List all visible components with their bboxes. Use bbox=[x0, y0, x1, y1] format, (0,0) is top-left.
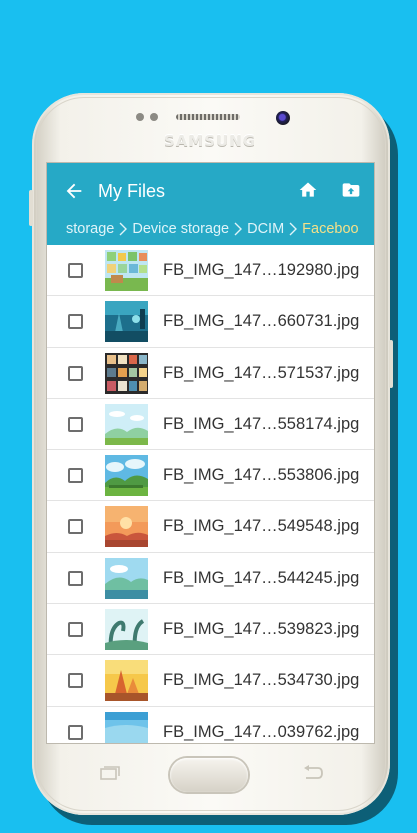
image-thumbnail bbox=[105, 403, 148, 445]
page-title: My Files bbox=[98, 181, 165, 201]
image-thumbnail bbox=[105, 352, 148, 394]
brand-logo: SAMSUNG bbox=[163, 132, 257, 150]
power-button bbox=[389, 340, 393, 388]
screen: My Files storage Device storage DCIM Fac… bbox=[47, 163, 374, 743]
row-checkbox[interactable] bbox=[68, 468, 83, 484]
breadcrumb: storage Device storage DCIM Faceboo bbox=[66, 220, 359, 238]
sensor-dot bbox=[136, 113, 144, 121]
home-key[interactable] bbox=[170, 758, 248, 792]
back-key-icon[interactable] bbox=[302, 765, 324, 781]
sensor-dot bbox=[150, 113, 158, 121]
image-thumbnail bbox=[105, 609, 148, 651]
row-checkbox[interactable] bbox=[68, 416, 83, 432]
file-row[interactable]: FB_IMG_147…660731.jpg bbox=[47, 296, 374, 348]
file-row[interactable]: FB_IMG_147…549548.jpg bbox=[47, 501, 374, 553]
breadcrumb-item-storage[interactable]: storage bbox=[66, 221, 114, 237]
file-row[interactable]: FB_IMG_147…544245.jpg bbox=[47, 553, 374, 605]
home-icon[interactable] bbox=[298, 180, 318, 200]
file-name: FB_IMG_147…571537.jpg bbox=[163, 363, 360, 382]
image-thumbnail bbox=[105, 455, 148, 497]
row-checkbox[interactable] bbox=[68, 314, 83, 330]
file-name: FB_IMG_147…553806.jpg bbox=[163, 466, 360, 485]
file-name: FB_IMG_147…539823.jpg bbox=[163, 620, 360, 639]
image-thumbnail bbox=[105, 301, 148, 343]
breadcrumb-item-dcim[interactable]: DCIM bbox=[247, 221, 284, 237]
recent-apps-key-icon[interactable] bbox=[100, 766, 120, 780]
image-thumbnail bbox=[105, 557, 148, 599]
earpiece-speaker bbox=[176, 114, 240, 120]
file-row[interactable]: FB_IMG_147…039762.jpg bbox=[47, 707, 374, 743]
file-row[interactable]: FB_IMG_147…553806.jpg bbox=[47, 450, 374, 502]
file-name: FB_IMG_147…039762.jpg bbox=[163, 722, 360, 741]
row-checkbox[interactable] bbox=[68, 622, 83, 638]
app-bar: My Files storage Device storage DCIM Fac… bbox=[47, 163, 374, 245]
row-checkbox[interactable] bbox=[68, 365, 83, 381]
image-thumbnail bbox=[105, 506, 148, 548]
chevron-right-icon bbox=[234, 222, 243, 236]
volume-button bbox=[29, 190, 33, 226]
row-checkbox[interactable] bbox=[68, 724, 83, 740]
arrow-left-icon[interactable] bbox=[63, 180, 85, 202]
image-thumbnail bbox=[105, 250, 148, 291]
breadcrumb-item-device-storage[interactable]: Device storage bbox=[132, 221, 229, 237]
row-checkbox[interactable] bbox=[68, 570, 83, 586]
row-checkbox[interactable] bbox=[68, 673, 83, 689]
row-checkbox[interactable] bbox=[68, 263, 83, 278]
file-name: FB_IMG_147…558174.jpg bbox=[163, 414, 360, 433]
chevron-right-icon bbox=[119, 222, 128, 236]
image-thumbnail bbox=[105, 660, 148, 702]
file-row[interactable]: FB_IMG_147…534730.jpg bbox=[47, 655, 374, 707]
front-camera bbox=[276, 111, 290, 125]
file-row[interactable]: FB_IMG_147…558174.jpg bbox=[47, 399, 374, 451]
file-name: FB_IMG_147…549548.jpg bbox=[163, 517, 360, 536]
image-thumbnail bbox=[105, 711, 148, 743]
file-row[interactable]: FB_IMG_147…539823.jpg bbox=[47, 604, 374, 656]
breadcrumb-item-current[interactable]: Faceboo bbox=[302, 221, 358, 237]
chevron-right-icon bbox=[289, 222, 298, 236]
file-name: FB_IMG_147…544245.jpg bbox=[163, 568, 360, 587]
file-list: FB_IMG_147…192980.jpg FB_IMG_147…660731.… bbox=[47, 245, 374, 743]
file-name: FB_IMG_147…192980.jpg bbox=[163, 261, 360, 279]
file-row[interactable]: FB_IMG_147…192980.jpg bbox=[47, 245, 374, 297]
file-name: FB_IMG_147…660731.jpg bbox=[163, 312, 360, 331]
file-name: FB_IMG_147…534730.jpg bbox=[163, 671, 360, 690]
file-row[interactable]: FB_IMG_147…571537.jpg bbox=[47, 348, 374, 399]
folder-upload-icon[interactable] bbox=[341, 180, 361, 200]
row-checkbox[interactable] bbox=[68, 519, 83, 535]
